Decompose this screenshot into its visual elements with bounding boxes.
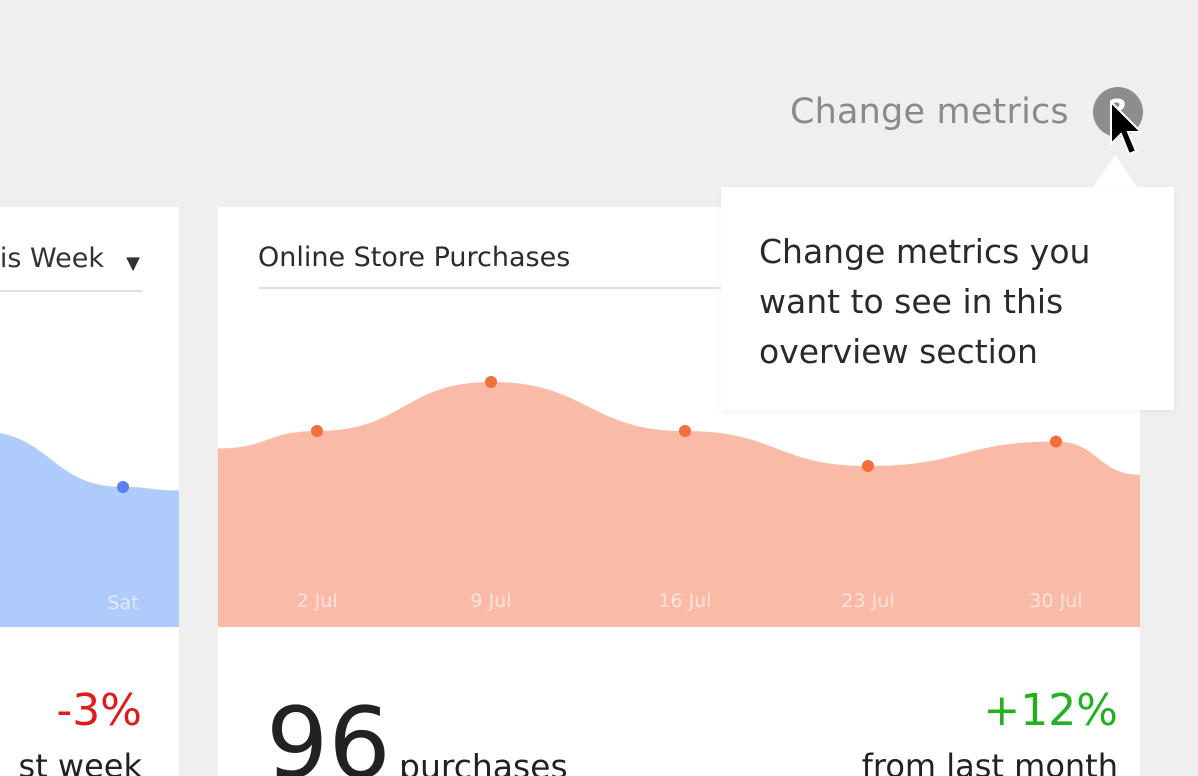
x-tick-label: 9 Jul [470, 590, 511, 612]
x-tick-label: Sat [107, 592, 138, 614]
data-point[interactable] [679, 425, 691, 437]
data-point[interactable] [485, 376, 497, 388]
data-point[interactable] [862, 460, 874, 472]
comparison-period: from last month [861, 747, 1118, 776]
change-percent: +12% [983, 685, 1118, 736]
mouse-pointer-icon [1110, 100, 1142, 156]
this-week-card: is Week ▼ riSat -3% st week [0, 207, 179, 776]
chart-area [0, 433, 179, 627]
comparison-period: st week [18, 747, 142, 776]
help-tooltip: Change metrics you want to see in this o… [721, 187, 1174, 410]
change-metrics-link[interactable]: Change metrics [790, 92, 1069, 132]
x-tick-label: 16 Jul [658, 590, 711, 612]
x-tick-label: 2 Jul [296, 590, 337, 612]
x-tick-label: 23 Jul [841, 590, 894, 612]
this-week-chart: riSat [0, 433, 179, 627]
data-point[interactable] [311, 425, 323, 437]
tooltip-arrow [1093, 155, 1137, 187]
data-point[interactable] [117, 481, 129, 493]
x-tick-label: 30 Jul [1029, 590, 1082, 612]
purchases-count: 96 [266, 687, 391, 776]
purchases-unit: purchases [399, 747, 568, 776]
change-percent: -3% [56, 685, 142, 736]
data-point[interactable] [1050, 435, 1062, 448]
tooltip-text: Change metrics you want to see in this o… [759, 232, 1091, 371]
